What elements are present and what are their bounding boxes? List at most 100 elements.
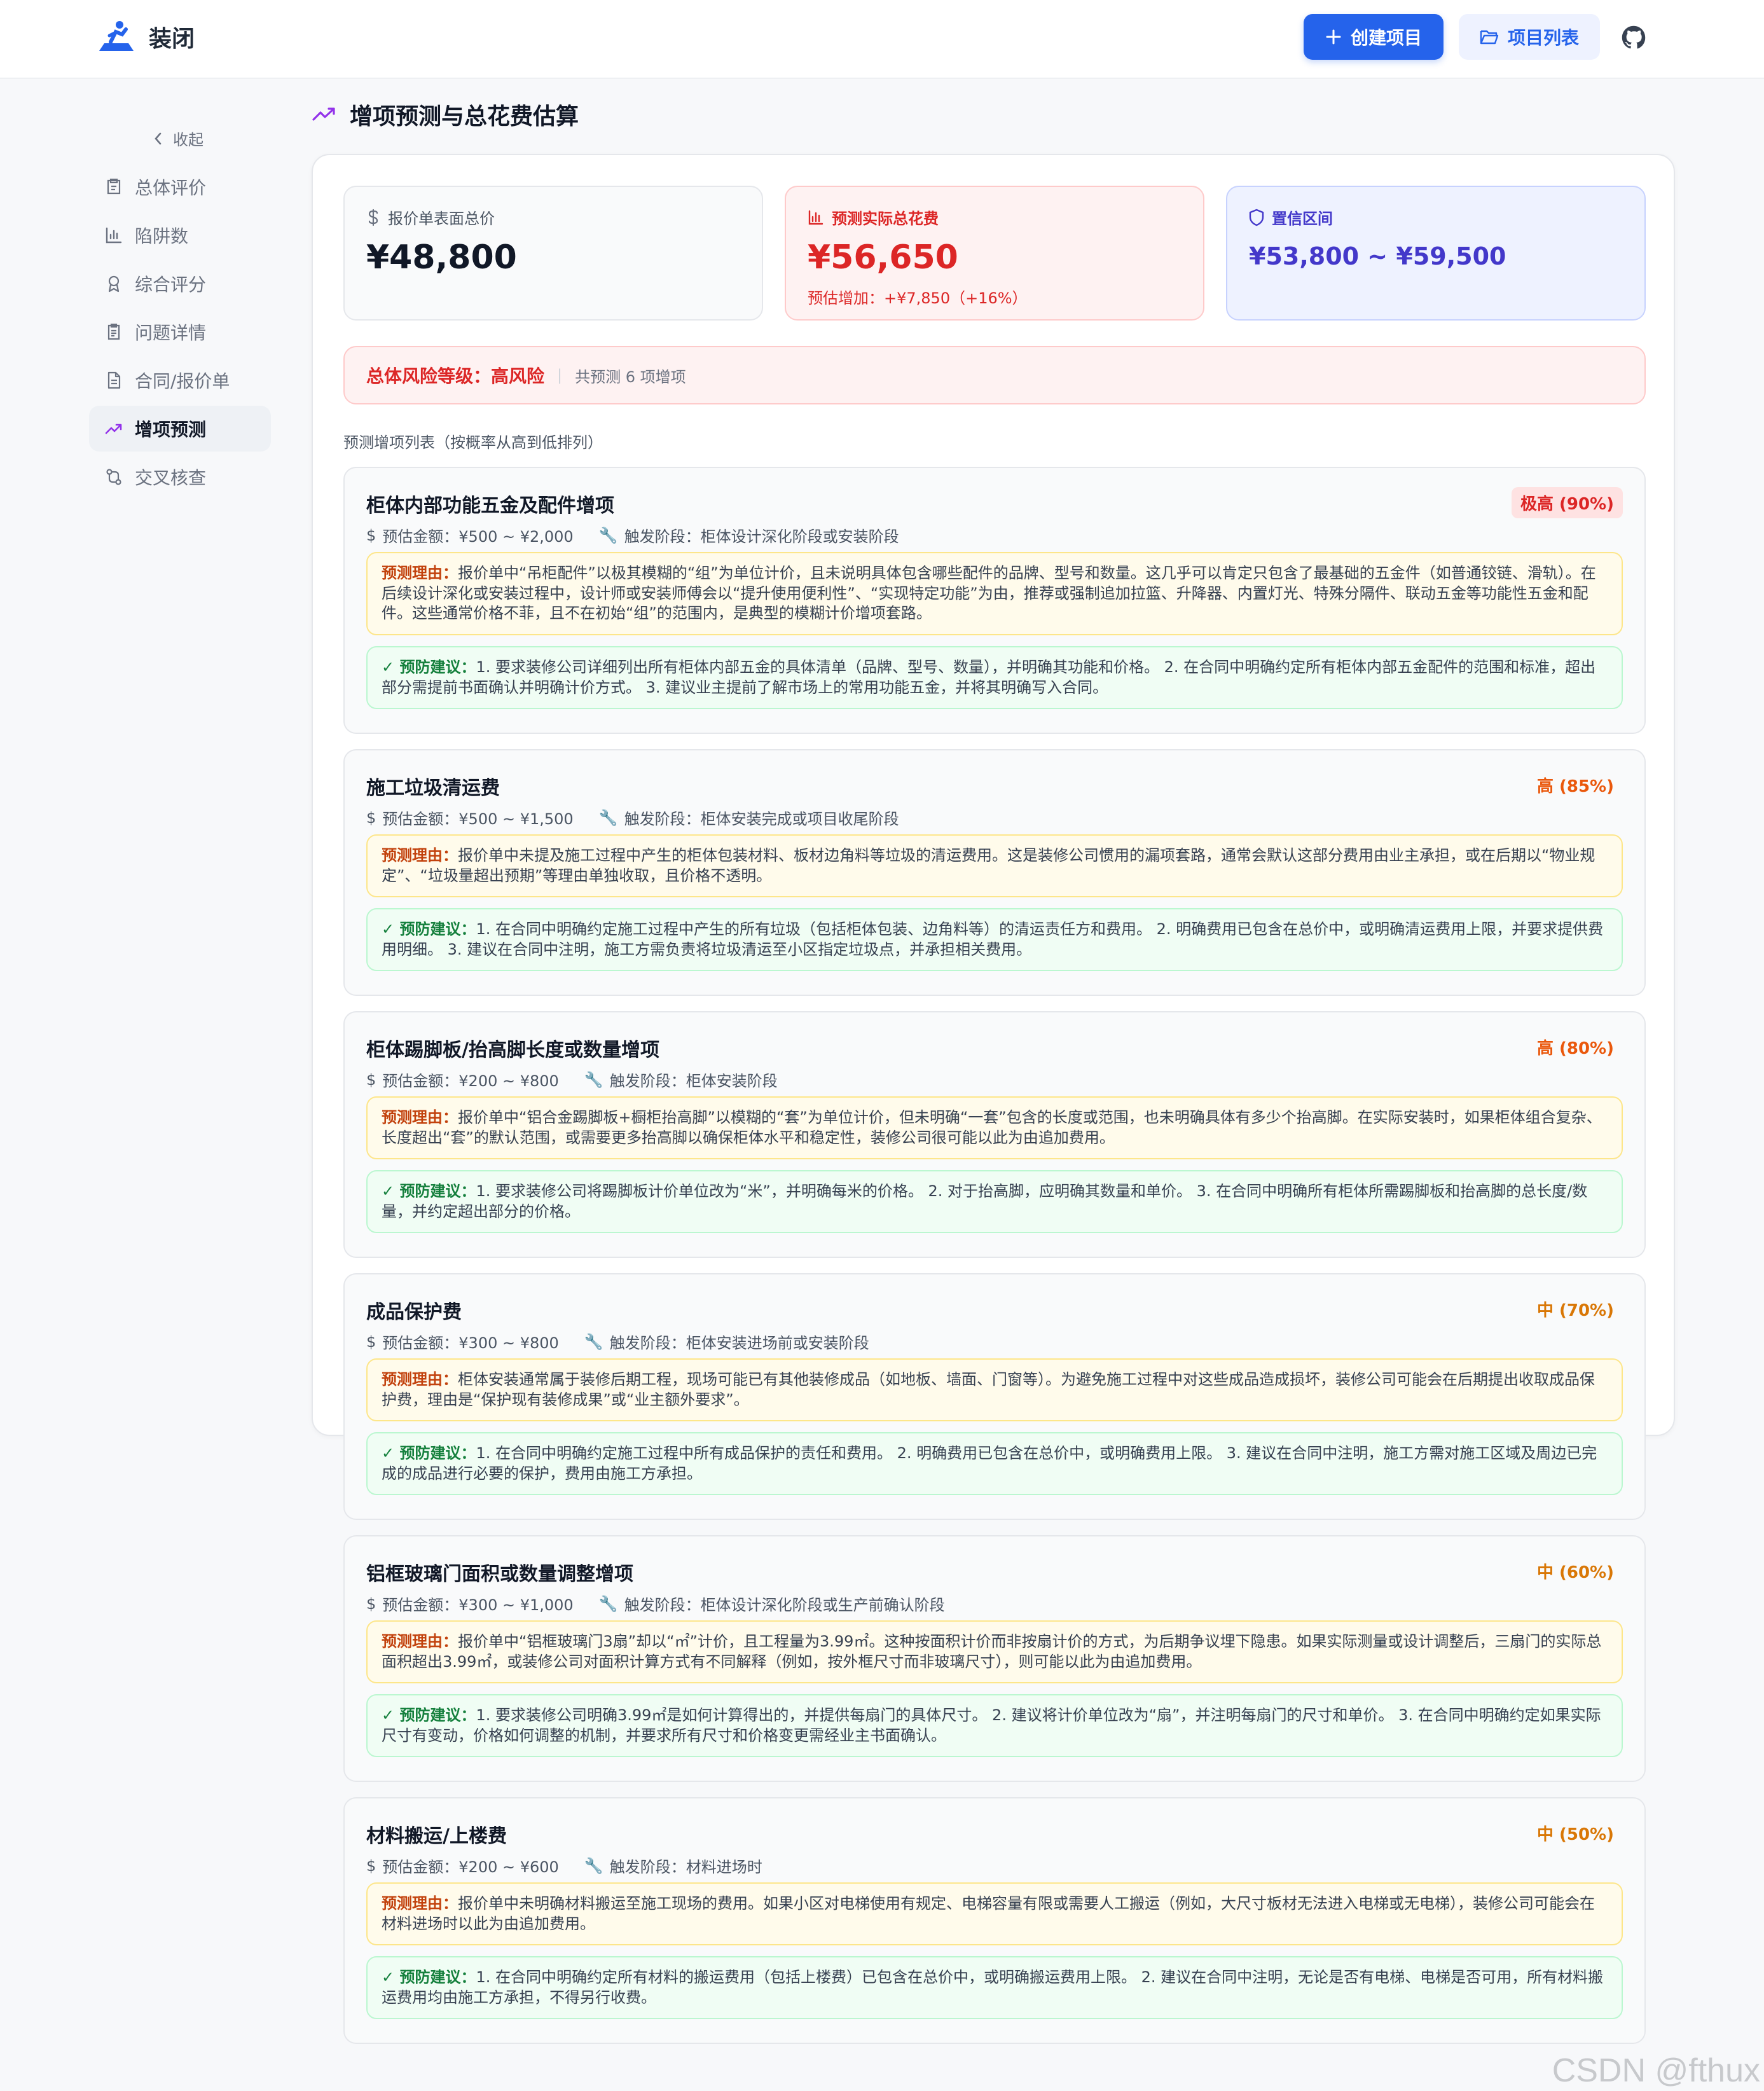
prediction-card: 材料搬运/上楼费 中 (50%) $ 预估金额：¥200 ~ ¥600 🔧 触发…: [343, 1797, 1646, 2044]
chevron-left-icon: [155, 132, 162, 144]
sidebar-collapse-button[interactable]: 收起: [153, 127, 203, 149]
prediction-reason: 预测理由：柜体安装通常属于装修后期工程，现场可能已有其他装修成品（如地板、墙面、…: [366, 1358, 1623, 1422]
card-title: 材料搬运/上楼费: [366, 1825, 507, 1847]
prediction-count: 共预测 6 项增项: [575, 368, 686, 386]
advice-text: 1. 要求装修公司详细列出所有柜体内部五金的具体清单（品牌、型号、数量），并明确…: [382, 658, 1596, 696]
wrench-icon: 🔧: [584, 1332, 603, 1351]
sidebar-item-contract[interactable]: 合同/报价单: [89, 357, 271, 403]
card-title: 施工垃圾清运费: [366, 777, 500, 799]
sidebar-item-prediction[interactable]: 增项预测: [89, 406, 271, 452]
reason-text: 柜体安装通常属于装修后期工程，现场可能已有其他装修成品（如地板、墙面、门窗等）。…: [382, 1370, 1595, 1409]
trigger-stage: 触发阶段：柜体设计深化阶段或生产前确认阶段: [624, 1596, 945, 1614]
sidebar-item-score[interactable]: 综合评分: [89, 261, 271, 307]
predicted-increase: 预估增加：+¥7,850（+16%）: [808, 289, 1028, 307]
prevention-advice: ✓ 预防建议：1. 在合同中明确约定施工过程中所有成品保护的责任和费用。 2. …: [366, 1432, 1623, 1496]
card-meta: $ 预估金额：¥500 ~ ¥2,000 🔧 触发阶段：柜体设计深化阶段或安装阶…: [366, 524, 899, 546]
probability-badge: 中 (60%): [1536, 1563, 1614, 1582]
sidebar-item-overall[interactable]: 总体评价: [89, 164, 271, 210]
plus-icon: [1326, 29, 1341, 45]
reason-key: 预测理由：: [382, 1370, 458, 1388]
advice-key: ✓ 预防建议：: [382, 920, 476, 938]
sidebar-item-crosscheck[interactable]: 交叉核查: [89, 454, 271, 500]
sidebar-item-label: 增项预测: [135, 419, 207, 440]
probability-badge: 高 (80%): [1536, 1039, 1614, 1058]
trend-icon: [105, 424, 122, 434]
bar-chart-icon: [106, 227, 122, 244]
advice-key: ✓ 预防建议：: [382, 658, 476, 676]
reason-key: 预测理由：: [382, 846, 458, 864]
sidebar-item-traps[interactable]: 陷阱数: [89, 212, 271, 258]
trend-icon: [312, 107, 335, 121]
prevention-advice: ✓ 预防建议：1. 在合同中明确约定所有材料的搬运费用（包括上楼费）已包含在总价…: [366, 1956, 1623, 2020]
prediction-card: 柜体内部功能五金及配件增项 极高 (90%) $ 预估金额：¥500 ~ ¥2,…: [343, 467, 1646, 734]
sidebar-item-label: 总体评价: [135, 177, 207, 198]
advice-text: 1. 在合同中明确约定施工过程中产生的所有垃圾（包括柜体包装、边角料等）的清运责…: [382, 920, 1604, 958]
risk-level-banner: 总体风险等级：高风险 | 共预测 6 项增项: [343, 346, 1646, 404]
advice-text: 1. 在合同中明确约定所有材料的搬运费用（包括上楼费）已包含在总价中，或明确搬运…: [382, 1968, 1604, 2006]
app-logo[interactable]: 装闭: [97, 19, 195, 55]
advice-text: 1. 要求装修公司明确3.99㎡是如何计算得出的，并提供每扇门的具体尺寸。 2.…: [382, 1706, 1601, 1744]
risk-level-text: 总体风险等级：高风险: [366, 366, 545, 387]
prevention-advice: ✓ 预防建议：1. 要求装修公司详细列出所有柜体内部五金的具体清单（品牌、型号、…: [366, 646, 1623, 710]
page-title: 增项预测与总花费估算: [312, 98, 579, 131]
project-list-button[interactable]: 项目列表: [1459, 14, 1600, 60]
reason-text: 报价单中未明确材料搬运至施工现场的费用。如果小区对电梯使用有规定、电梯容量有限或…: [382, 1894, 1595, 1933]
dollar-icon: $: [366, 1070, 376, 1089]
dollar-icon: $: [366, 1594, 376, 1613]
reason-text: 报价单中“铝框玻璃门3扇”却以“㎡”计价，且工程量为3.99㎡。这种按面积计价而…: [382, 1632, 1602, 1671]
card-meta: $ 预估金额：¥200 ~ ¥600 🔧 触发阶段：材料进场时: [366, 1854, 762, 1877]
logo-icon: [99, 21, 134, 51]
amount-estimate: 预估金额：¥300 ~ ¥800: [382, 1334, 559, 1352]
wrench-icon: 🔧: [598, 526, 618, 544]
reason-key: 预测理由：: [382, 564, 458, 582]
advice-text: 1. 要求装修公司将踢脚板计价单位改为“米”，并明确每米的价格。 2. 对于抬高…: [382, 1182, 1588, 1220]
amount-estimate: 预估金额：¥500 ~ ¥2,000: [382, 528, 574, 546]
prediction-reason: 预测理由：报价单中“铝合金踢脚板+橱柜抬高脚”以模糊的“套”为单位计价，但未明确…: [366, 1096, 1623, 1160]
list-title: 预测增项列表（按概率从高到低排列）: [343, 434, 603, 452]
sidebar-item-issues[interactable]: 问题详情: [89, 309, 271, 355]
reason-key: 预测理由：: [382, 1108, 458, 1126]
sidebar-item-label: 合同/报价单: [135, 371, 230, 392]
amount-estimate: 预估金额：¥500 ~ ¥1,500: [382, 810, 574, 828]
github-icon[interactable]: [1622, 25, 1646, 50]
dollar-icon: $: [366, 526, 376, 544]
prediction-panel: 报价单表面总价 ¥48,800 预测实际总花费 ¥56,650 预估增加：+¥7…: [312, 154, 1675, 2044]
prevention-advice: ✓ 预防建议：1. 要求装修公司明确3.99㎡是如何计算得出的，并提供每扇门的具…: [366, 1694, 1623, 1758]
sidebar-item-label: 陷阱数: [135, 226, 189, 247]
watermark: CSDN @fthux: [1552, 2052, 1760, 2089]
confidence-interval-label: 置信区间: [1272, 210, 1333, 228]
reason-text: 报价单中未提及施工过程中产生的柜体包装材料、板材边角料等垃圾的清运费用。这是装修…: [382, 846, 1595, 885]
sidebar-item-label: 问题详情: [135, 322, 207, 343]
card-title: 柜体踢脚板/抬高脚长度或数量增项: [366, 1039, 659, 1061]
confidence-interval-value: ¥53,800 ~ ¥59,500: [1249, 242, 1506, 270]
dollar-icon: $: [366, 808, 376, 827]
probability-badge: 中 (50%): [1536, 1825, 1614, 1844]
wrench-icon: 🔧: [584, 1070, 603, 1089]
folder-open-icon: [1480, 30, 1499, 45]
advice-key: ✓ 预防建议：: [382, 1706, 476, 1724]
advice-text: 1. 在合同中明确约定施工过程中所有成品保护的责任和费用。 2. 明确费用已包含…: [382, 1444, 1597, 1482]
create-project-button[interactable]: 创建项目: [1304, 14, 1444, 60]
quote-total-card: 报价单表面总价 ¥48,800: [343, 186, 763, 321]
card-title: 柜体内部功能五金及配件增项: [366, 495, 614, 517]
card-meta: $ 预估金额：¥200 ~ ¥800 🔧 触发阶段：柜体安装阶段: [366, 1068, 778, 1091]
quote-total-value: ¥48,800: [366, 238, 517, 277]
page-title-text: 增项预测与总花费估算: [350, 104, 579, 130]
card-meta: $ 预估金额：¥500 ~ ¥1,500 🔧 触发阶段：柜体安装完成或项目收尾阶…: [366, 806, 899, 829]
card-title: 成品保护费: [366, 1301, 462, 1323]
collapse-label: 收起: [173, 131, 203, 149]
trigger-stage: 触发阶段：柜体设计深化阶段或安装阶段: [624, 528, 899, 546]
divider: |: [557, 366, 563, 384]
prediction-reason: 预测理由：报价单中“铝框玻璃门3扇”却以“㎡”计价，且工程量为3.99㎡。这种按…: [366, 1620, 1623, 1684]
wrench-icon: 🔧: [584, 1856, 603, 1875]
confidence-interval-card: 置信区间 ¥53,800 ~ ¥59,500: [1226, 186, 1646, 321]
dollar-icon: $: [366, 1332, 376, 1351]
prediction-card: 柜体踢脚板/抬高脚长度或数量增项 高 (80%) $ 预估金额：¥200 ~ ¥…: [343, 1011, 1646, 1258]
sidebar-item-label: 综合评分: [135, 274, 207, 295]
trigger-stage: 触发阶段：柜体安装阶段: [609, 1072, 778, 1090]
create-project-label: 创建项目: [1350, 27, 1422, 48]
predicted-total-card: 预测实际总花费 ¥56,650 预估增加：+¥7,850（+16%）: [785, 186, 1204, 321]
git-compare-icon: [106, 469, 121, 485]
prevention-advice: ✓ 预防建议：1. 在合同中明确约定施工过程中产生的所有垃圾（包括柜体包装、边角…: [366, 908, 1623, 972]
file-list-icon: [107, 323, 120, 340]
